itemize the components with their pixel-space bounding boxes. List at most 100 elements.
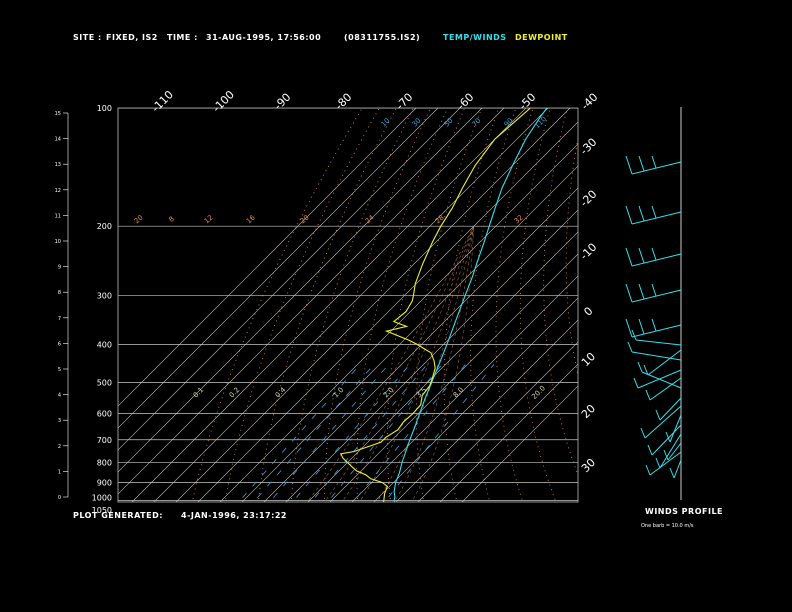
mixing-ratio-line bbox=[253, 364, 375, 502]
pressure-tick-label: 800 bbox=[97, 459, 112, 468]
mixing-ratio-line bbox=[238, 364, 361, 502]
isotherm-line bbox=[439, 363, 578, 502]
dry-adiabat-label: 12 bbox=[203, 214, 215, 226]
height-tick-label: 12 bbox=[55, 188, 61, 194]
mixing-ratio-line bbox=[352, 364, 466, 502]
winds-profile bbox=[625, 107, 682, 500]
pressure-tick-label: 200 bbox=[97, 222, 112, 231]
moist-adiabat-label: 10 bbox=[380, 117, 392, 129]
height-tick-label: 13 bbox=[55, 162, 61, 168]
dry-adiabat-line bbox=[668, 108, 792, 509]
moist-adiabat-line bbox=[358, 226, 475, 502]
dry-adiabat-label: 24 bbox=[364, 213, 376, 225]
pressure-tick-label: 1000 bbox=[92, 494, 112, 503]
isotherm-line bbox=[118, 108, 483, 473]
isotherm-label-top: -40 bbox=[579, 91, 601, 113]
wind-barb-flag bbox=[651, 247, 657, 261]
height-tick-label: 6 bbox=[58, 341, 61, 347]
dry-adiabat-line bbox=[609, 108, 693, 509]
isotherm-label-top: -110 bbox=[149, 88, 176, 115]
plot-generated-value: 4-JAN-1996, 23:17:22 bbox=[181, 511, 287, 520]
plot-frame bbox=[117, 107, 579, 503]
wind-barb-flag bbox=[655, 457, 661, 469]
dry-adiabat-label: 20 bbox=[133, 214, 145, 226]
wind-barb-staff bbox=[673, 459, 682, 479]
wind-barb-staff bbox=[631, 324, 682, 338]
wind-barb-flag bbox=[625, 283, 633, 303]
pressure-tick-label: 400 bbox=[97, 340, 112, 349]
mixing-ratio-line bbox=[292, 364, 411, 502]
wind-barb-flag bbox=[647, 444, 653, 456]
wind-barb-staff bbox=[644, 405, 682, 439]
dry-adiabat-line bbox=[386, 108, 466, 502]
isotherm-label-right: -20 bbox=[578, 188, 600, 210]
mixing-ratio-label: 8.0 bbox=[452, 386, 466, 400]
height-tick-label: 0 bbox=[58, 495, 61, 501]
profiles bbox=[339, 108, 548, 502]
isotherm-line bbox=[285, 209, 578, 502]
mixing-ratio-label: 0.2 bbox=[228, 386, 242, 400]
moist-adiabat-label: 50 bbox=[443, 117, 455, 129]
height-tick-label: 11 bbox=[55, 213, 61, 219]
dry-adiabat-line bbox=[649, 108, 760, 509]
moist-adiabat-line bbox=[376, 226, 475, 502]
dewpoint-profile bbox=[339, 108, 531, 502]
wind-barb-flag bbox=[625, 247, 633, 267]
height-tick-label: 3 bbox=[58, 418, 61, 424]
pressure-tick-label: 600 bbox=[97, 409, 112, 418]
wind-barb-flag bbox=[627, 341, 633, 353]
isotherm-label-right: 20 bbox=[579, 402, 598, 421]
wind-barb-flag bbox=[625, 318, 633, 338]
wind-barb-staff bbox=[659, 433, 682, 469]
dry-adiabat-label: 16 bbox=[245, 213, 257, 225]
isotherm-line bbox=[373, 297, 578, 502]
pressure-tick-label: 500 bbox=[97, 378, 112, 387]
wind-barb-flag bbox=[651, 205, 657, 219]
wind-barb-flag bbox=[638, 283, 645, 300]
wind-barb-flag bbox=[625, 155, 633, 175]
isotherm-line bbox=[329, 253, 578, 502]
skew-t-chart: 1002003004005006007008009001000105001234… bbox=[55, 88, 792, 515]
height-tick-label: 9 bbox=[58, 265, 61, 271]
background-lines bbox=[118, 108, 792, 509]
isotherm-label-top: -50 bbox=[517, 91, 539, 113]
wind-barb-staff bbox=[669, 414, 682, 443]
wind-barb-staff bbox=[651, 424, 682, 456]
isotherm-label-right: -10 bbox=[578, 241, 600, 263]
height-tick-label: 5 bbox=[58, 367, 61, 373]
dry-adiabat-line bbox=[519, 108, 557, 502]
wind-barb-staff bbox=[647, 349, 682, 376]
wind-barb-staff bbox=[631, 289, 682, 303]
pressure-tick-label: 900 bbox=[97, 479, 112, 488]
isotherm-line bbox=[118, 108, 461, 451]
wind-barb-flag bbox=[640, 427, 646, 439]
mixing-ratio-line bbox=[269, 364, 390, 502]
isotherm-label-top: -90 bbox=[272, 91, 294, 113]
isotherm-line bbox=[197, 121, 578, 502]
wind-barb-flag bbox=[669, 467, 675, 479]
moist-adiabat-label: 110 bbox=[533, 115, 548, 130]
plot-border bbox=[117, 107, 579, 503]
pressure-tick-label: 300 bbox=[97, 291, 112, 300]
wind-barb-flag bbox=[631, 329, 637, 341]
height-tick-label: 15 bbox=[55, 111, 61, 117]
dry-adiabat-line bbox=[588, 108, 659, 509]
isotherm-label-top: -80 bbox=[333, 91, 355, 113]
pressure-tick-label: 700 bbox=[97, 436, 112, 445]
wind-barb-staff bbox=[631, 211, 682, 225]
isotherm-line bbox=[263, 187, 578, 502]
mixing-ratio-line bbox=[310, 364, 428, 502]
dry-adiabat-line bbox=[191, 108, 363, 502]
temperature-profile bbox=[393, 108, 548, 502]
height-tick-label: 1 bbox=[58, 469, 61, 475]
wind-barb-flag bbox=[638, 205, 645, 222]
isotherm-label-right: 10 bbox=[579, 350, 598, 369]
wind-barb-flag bbox=[633, 377, 639, 389]
axis-labels: 1002003004005006007008009001000105001234… bbox=[55, 88, 601, 515]
pressure-tick-label: 100 bbox=[97, 104, 112, 113]
moist-adiabat-label: 30 bbox=[411, 117, 423, 129]
wind-barb-flag bbox=[651, 283, 657, 297]
wind-barb-staff bbox=[635, 339, 682, 346]
mixing-ratio-label: 0.1 bbox=[192, 386, 206, 400]
isotherm-line bbox=[461, 385, 578, 502]
